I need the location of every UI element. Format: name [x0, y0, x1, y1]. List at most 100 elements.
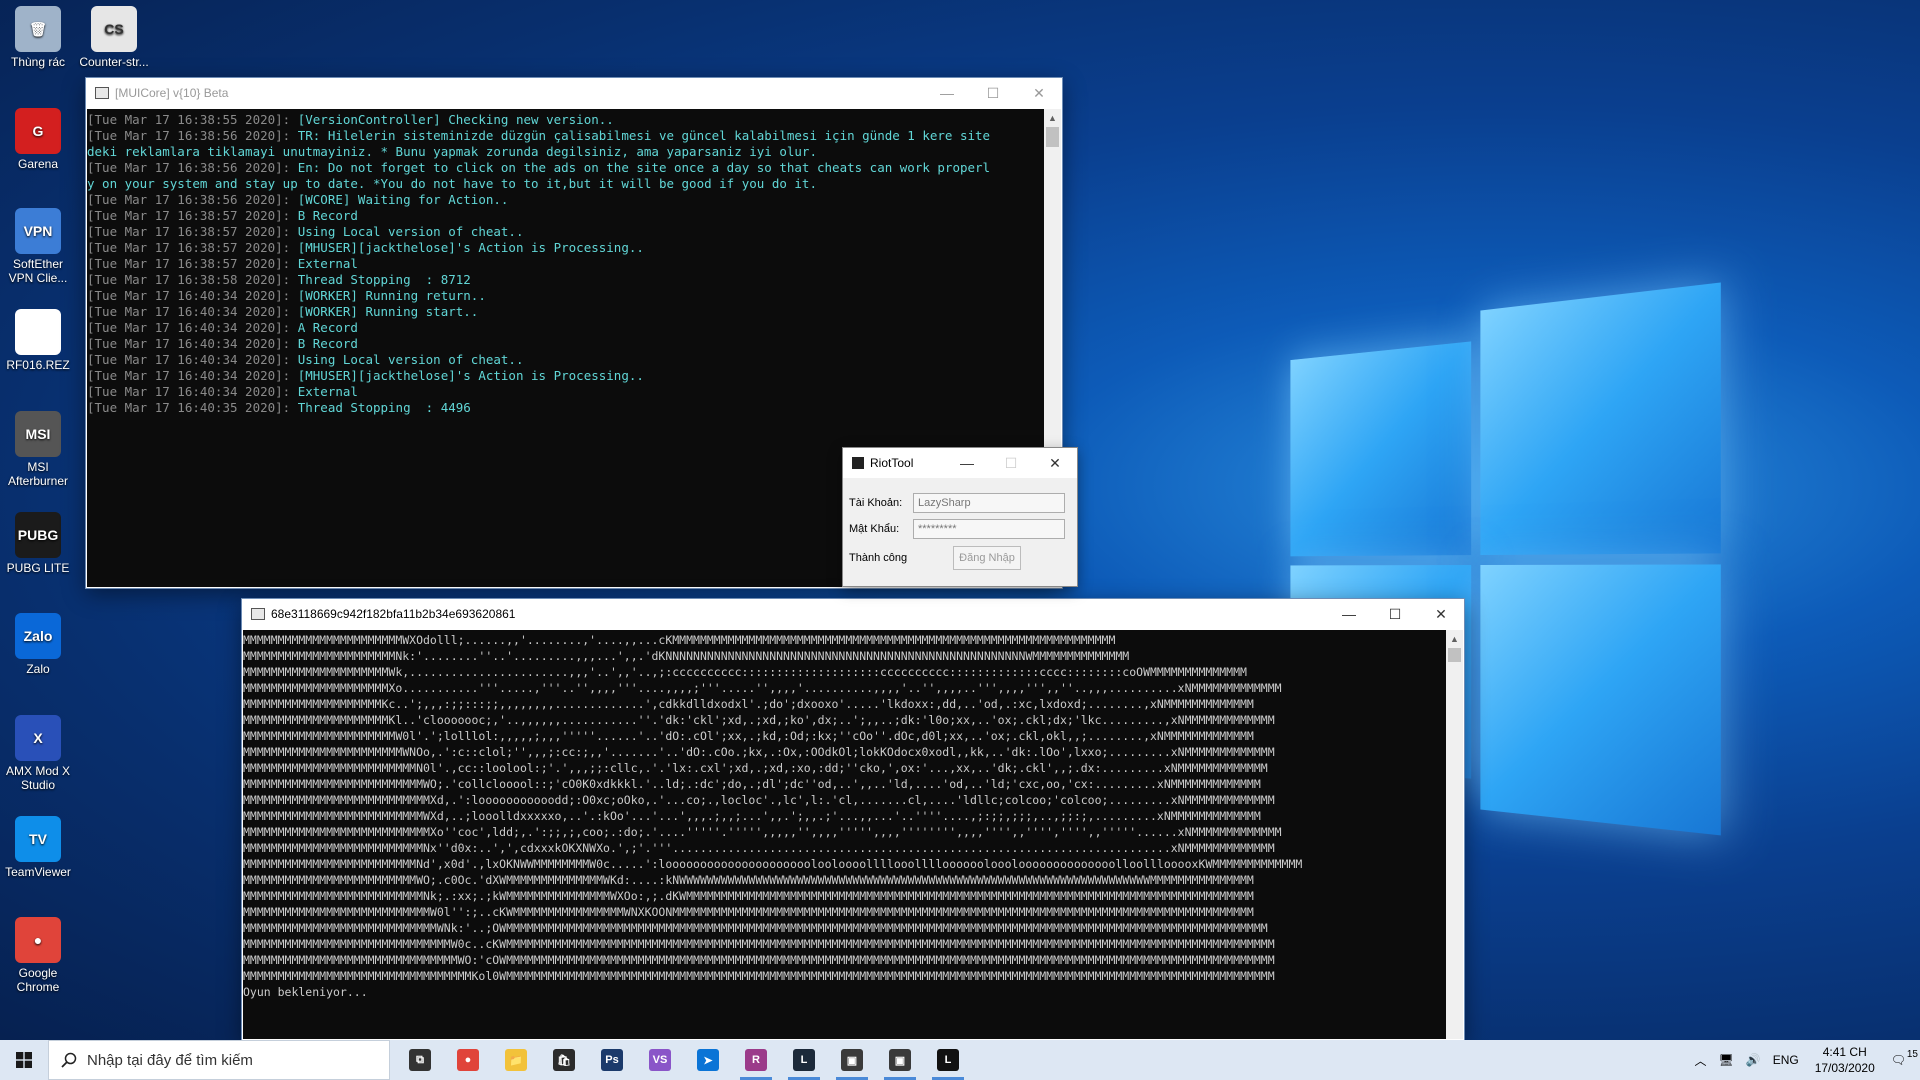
minimize-button[interactable]: —	[1326, 599, 1372, 629]
taskbar-app-photoshop[interactable]: Ps	[588, 1040, 636, 1080]
maximize-button[interactable]: ☐	[970, 78, 1016, 108]
taskbar-apps: ⧉ ● 📁 🛍 Ps VS ➤ R L ▣ ▣ L	[396, 1040, 972, 1080]
network-icon[interactable]: 🖥	[1713, 1053, 1740, 1067]
console-b-icon: ▣	[889, 1049, 911, 1071]
taskbar-app-file-explorer[interactable]: 📁	[492, 1040, 540, 1080]
desktop-icon[interactable]: MSI MSI Afterburner	[0, 411, 76, 488]
desktop-icon-image	[15, 309, 61, 355]
photoshop-icon: Ps	[601, 1049, 623, 1071]
log-message: y on your system and stay up to date. *Y…	[87, 176, 817, 191]
close-button[interactable]: ✕	[1033, 448, 1077, 478]
close-button[interactable]: ✕	[1418, 599, 1464, 629]
ascii-art-line: MMMMMMMMMMMMMMMMMMMMMMMMMMWXd,..;looolld…	[243, 808, 1446, 824]
ascii-art-line: MMMMMMMMMMMMMMMMMMMMMMMMMMMXo''coc',ldd;…	[243, 824, 1446, 840]
taskbar-app-pointer-app[interactable]: ➤	[684, 1040, 732, 1080]
clock[interactable]: 4:41 CH 17/03/2020	[1805, 1044, 1885, 1076]
taskbar-app-riot-tool[interactable]: L	[780, 1040, 828, 1080]
system-tray: ︿ 🖥 🔊 ENG 4:41 CH 17/03/2020 🗨 15	[1688, 1040, 1920, 1080]
console-line: [Tue Mar 17 16:38:56 2020]: [WCORE] Wait…	[87, 192, 1044, 208]
taskbar-app-visual-studio[interactable]: VS	[636, 1040, 684, 1080]
account-input[interactable]	[913, 493, 1065, 513]
desktop-icon[interactable]: 🗑 Thùng rác	[0, 6, 76, 69]
clock-date: 17/03/2020	[1815, 1060, 1875, 1076]
account-label: Tài Khoản:	[849, 497, 902, 509]
ascii-art-line: MMMMMMMMMMMMMMMMMMMMMMMWNOo,.':c::clol;'…	[243, 744, 1446, 760]
password-input[interactable]	[913, 519, 1065, 539]
taskbar-app-winrar[interactable]: R	[732, 1040, 780, 1080]
maximize-button[interactable]: ☐	[1372, 599, 1418, 629]
vertical-scrollbar[interactable]: ▲	[1446, 630, 1463, 1039]
desktop-icon[interactable]: CS Counter-str...	[76, 6, 152, 69]
start-button[interactable]	[0, 1040, 48, 1080]
log-message: [WORKER] Running return..	[298, 288, 486, 303]
log-timestamp: [Tue Mar 17 16:38:56 2020]:	[87, 160, 298, 175]
log-timestamp: [Tue Mar 17 16:40:34 2020]:	[87, 368, 298, 383]
console-line: [Tue Mar 17 16:40:34 2020]: External	[87, 384, 1044, 400]
volume-icon[interactable]: 🔊	[1740, 1053, 1767, 1067]
console-line: [Tue Mar 17 16:38:57 2020]: Using Local …	[87, 224, 1044, 240]
title-bar[interactable]: 68e3118669c942f182bfa11b2b34e693620861 —…	[242, 599, 1464, 629]
taskbar-app-task-view[interactable]: ⧉	[396, 1040, 444, 1080]
desktop-icon[interactable]: G Garena	[0, 108, 76, 171]
status-line: Oyun bekleniyor...	[243, 984, 1446, 1000]
ascii-art-line: MMMMMMMMMMMMMMMMMMMMKc..';,,,:;;:::;;,,,…	[243, 696, 1446, 712]
console-line: [Tue Mar 17 16:40:34 2020]: A Record	[87, 320, 1044, 336]
desktop-icon[interactable]: PUBG PUBG LITE	[0, 512, 76, 575]
desktop-icon[interactable]: VPN SoftEther VPN Clie...	[0, 208, 76, 285]
ascii-art-line: MMMMMMMMMMMMMMMMMMMMMMMMMNd',x0d'.,lxOKN…	[243, 856, 1446, 872]
title-bar[interactable]: [MUICore] v{10} Beta — ☐ ✕	[86, 78, 1062, 108]
ascii-art-line: MMMMMMMMMMMMMMMMMMMMMXo...........'''...…	[243, 680, 1446, 696]
chevron-up-icon[interactable]: ︿	[1688, 1052, 1712, 1069]
log-message: External	[298, 256, 358, 271]
taskbar-app-store[interactable]: 🛍	[540, 1040, 588, 1080]
search-placeholder: Nhập tại đây để tìm kiếm	[87, 1052, 253, 1069]
log-timestamp: [Tue Mar 17 16:38:57 2020]:	[87, 256, 298, 271]
desktop-icon[interactable]: RF016.REZ	[0, 309, 76, 372]
log-timestamp: [Tue Mar 17 16:40:34 2020]:	[87, 352, 298, 367]
title-bar[interactable]: RiotTool — ☐ ✕	[843, 448, 1077, 478]
maximize-button[interactable]: ☐	[989, 448, 1033, 478]
log-message: B Record	[298, 336, 358, 351]
taskbar-app-chrome[interactable]: ●	[444, 1040, 492, 1080]
ascii-art-line: MMMMMMMMMMMMMMMMMMMMMMMMMMMMMMMWO:'cOWMM…	[243, 952, 1446, 968]
log-timestamp: [Tue Mar 17 16:40:34 2020]:	[87, 336, 298, 351]
taskbar-app-console-b[interactable]: ▣	[876, 1040, 924, 1080]
taskbar-app-league[interactable]: L	[924, 1040, 972, 1080]
taskbar-app-console-a[interactable]: ▣	[828, 1040, 876, 1080]
desktop-icon[interactable]: TV TeamViewer	[0, 816, 76, 879]
close-button[interactable]: ✕	[1016, 78, 1062, 108]
desktop-icon-image: MSI	[15, 411, 61, 457]
notification-button[interactable]: 🗨 15	[1885, 1053, 1920, 1067]
desktop-icon[interactable]: Zalo Zalo	[0, 613, 76, 676]
log-timestamp: [Tue Mar 17 16:38:56 2020]:	[87, 192, 298, 207]
console-line: [Tue Mar 17 16:40:34 2020]: Using Local …	[87, 352, 1044, 368]
minimize-button[interactable]: —	[924, 78, 970, 108]
window-title: [MUICore] v{10} Beta	[115, 86, 924, 100]
notification-count: 15	[1907, 1049, 1918, 1060]
scroll-up-arrow[interactable]: ▲	[1446, 630, 1463, 647]
ascii-art-line: MMMMMMMMMMMMMMMMMMMMMMMMMMNx''d0x:..',',…	[243, 840, 1446, 856]
riottool-dialog[interactable]: RiotTool — ☐ ✕ Tài Khoản: Mật Khẩu: Thàn…	[843, 448, 1077, 586]
language-indicator[interactable]: ENG	[1767, 1053, 1805, 1067]
desktop-icon[interactable]: X AMX Mod X Studio	[0, 715, 76, 792]
minimize-button[interactable]: —	[945, 448, 989, 478]
scroll-thumb[interactable]	[1448, 648, 1461, 662]
scroll-up-arrow[interactable]: ▲	[1044, 109, 1061, 126]
console-line: [Tue Mar 17 16:38:55 2020]: [VersionCont…	[87, 112, 1044, 128]
ascii-console-window[interactable]: 68e3118669c942f182bfa11b2b34e693620861 —…	[242, 599, 1464, 1040]
console-line: [Tue Mar 17 16:40:34 2020]: [WORKER] Run…	[87, 304, 1044, 320]
log-timestamp: [Tue Mar 17 16:38:55 2020]:	[87, 112, 298, 127]
console-line: [Tue Mar 17 16:38:56 2020]: En: Do not f…	[87, 160, 1044, 176]
desktop-icon-label: Garena	[0, 157, 76, 171]
console-line: [Tue Mar 17 16:40:35 2020]: Thread Stopp…	[87, 400, 1044, 416]
taskbar-search-box[interactable]: Nhập tại đây để tìm kiếm	[48, 1040, 390, 1080]
desktop-icon[interactable]: ● Google Chrome	[0, 917, 76, 994]
ascii-art-line: MMMMMMMMMMMMMMMMMMMMMMMMMWO;.c0Oc.'dXWMM…	[243, 872, 1446, 888]
status-text: Thành công	[849, 552, 907, 564]
scroll-thumb[interactable]	[1046, 127, 1059, 147]
ascii-art-line: MMMMMMMMMMMMMMMMMMMMMMMMMMMMMMMMMKol0WMM…	[243, 968, 1446, 984]
desktop-icon-image: G	[15, 108, 61, 154]
console-icon	[251, 608, 265, 620]
logo-pane	[1290, 341, 1471, 556]
login-button[interactable]: Đăng Nhập	[953, 546, 1021, 570]
